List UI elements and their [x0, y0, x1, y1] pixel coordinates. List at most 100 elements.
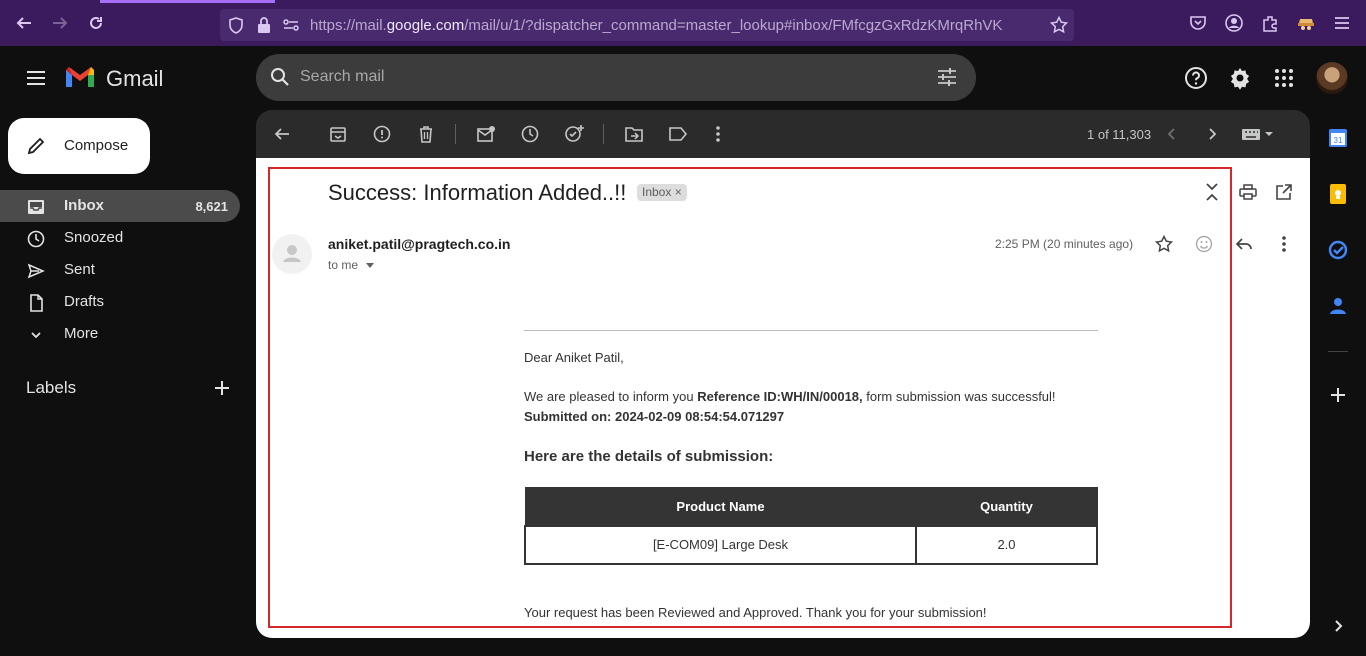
reply-icon[interactable]: [1234, 234, 1254, 254]
main-menu-icon[interactable]: [24, 66, 48, 90]
site-permissions-icon[interactable]: [282, 17, 300, 38]
settings-gear-icon[interactable]: [1228, 66, 1252, 90]
sidebar-item-inbox[interactable]: Inbox 8,621: [0, 190, 240, 222]
labels-header: Labels: [26, 378, 77, 397]
add-to-tasks-icon[interactable]: [564, 124, 584, 144]
sender-avatar[interactable]: [272, 234, 312, 274]
show-side-panel-chevron-icon[interactable]: [1327, 615, 1349, 637]
newer-chevron-left-icon[interactable]: [1162, 124, 1182, 144]
submission-details-table: Product Name Quantity [E-COM09] Large De…: [524, 487, 1098, 565]
search-icon[interactable]: [270, 67, 290, 92]
archive-icon[interactable]: [328, 124, 348, 144]
side-panel-divider: [1328, 351, 1348, 352]
older-chevron-right-icon[interactable]: [1202, 124, 1222, 144]
search-options-icon[interactable]: [936, 66, 958, 93]
apps-grid-icon[interactable]: [1272, 66, 1296, 90]
gmail-logo[interactable]: [64, 64, 96, 92]
chip-label: Inbox: [642, 185, 672, 199]
back-to-inbox-icon[interactable]: [272, 124, 292, 144]
open-in-new-window-icon[interactable]: [1274, 182, 1294, 202]
details-heading: Here are the details of submission:: [524, 448, 774, 465]
recipient-details[interactable]: to me: [328, 258, 375, 272]
sidebar-item-label: Sent: [64, 261, 95, 278]
forward-arrow-icon[interactable]: [49, 12, 71, 34]
report-spam-icon[interactable]: [372, 124, 392, 144]
snooze-clock-icon[interactable]: [520, 124, 540, 144]
label-tag-icon[interactable]: [668, 124, 688, 144]
pocket-icon[interactable]: [1188, 13, 1208, 33]
clock-icon: [27, 230, 45, 248]
sidebar-item-label: More: [64, 325, 99, 342]
intro-text: We are pleased to inform you: [524, 389, 698, 404]
user-avatar[interactable]: [1316, 62, 1348, 94]
print-icon[interactable]: [1238, 182, 1258, 202]
get-addons-plus-icon[interactable]: [1327, 384, 1349, 406]
tasks-icon[interactable]: [1327, 239, 1349, 261]
compose-button[interactable]: Compose: [8, 118, 150, 174]
sidebar-item-more[interactable]: More: [0, 318, 240, 350]
sidebar-item-label: Snoozed: [64, 229, 124, 246]
inbox-label-chip[interactable]: Inbox ×: [637, 184, 687, 201]
product-name-cell: [E-COM09] Large Desk: [524, 524, 917, 565]
remove-label-icon[interactable]: ×: [675, 185, 682, 199]
message-more-options-icon[interactable]: [1274, 234, 1294, 254]
search-bar[interactable]: [256, 54, 976, 101]
svg-text:31: 31: [1334, 136, 1343, 145]
chevron-down-icon: [27, 326, 45, 344]
pencil-icon: [26, 136, 46, 161]
message-toolbar: 1 of 11,303: [256, 110, 1310, 158]
sidebar-item-drafts[interactable]: Drafts: [0, 286, 240, 318]
sidebar-item-label: Inbox: [64, 197, 104, 214]
reference-id: Reference ID:WH/IN/00018,: [697, 389, 863, 404]
browser-toolbar: https://mail.google.com/mail/u/1/?dispat…: [0, 0, 1366, 46]
input-tools-keyboard-icon[interactable]: [1242, 124, 1274, 144]
toolbar-divider: [603, 124, 604, 144]
shield-icon[interactable]: [228, 17, 244, 39]
reload-icon[interactable]: [85, 12, 107, 34]
extensions-icon[interactable]: [1260, 13, 1280, 33]
account-icon[interactable]: [1224, 13, 1244, 33]
app-title[interactable]: Gmail: [106, 66, 163, 92]
url-text[interactable]: https://mail.google.com/mail/u/1/?dispat…: [310, 17, 1050, 34]
add-label-icon[interactable]: [212, 378, 232, 398]
keep-notes-icon[interactable]: [1327, 183, 1349, 205]
star-icon[interactable]: [1154, 234, 1174, 254]
email-subject: Success: Information Added..!!: [328, 180, 627, 205]
draft-file-icon: [27, 294, 45, 312]
mark-unread-icon[interactable]: [476, 124, 496, 144]
bookmark-star-icon[interactable]: [1049, 15, 1069, 39]
submitted-on-text: Submitted on: 2024-02-09 08:54:54.071297: [524, 409, 785, 424]
compose-label: Compose: [64, 137, 129, 154]
active-tab-indicator: [100, 0, 275, 3]
column-header-product: Product Name: [524, 487, 917, 526]
back-arrow-icon[interactable]: [13, 12, 35, 34]
move-to-folder-icon[interactable]: [624, 124, 644, 144]
private-mask-icon[interactable]: [1296, 13, 1316, 33]
delete-trash-icon[interactable]: [416, 124, 436, 144]
search-input[interactable]: [300, 64, 900, 90]
lock-icon[interactable]: [256, 16, 272, 39]
calendar-icon[interactable]: 31: [1327, 127, 1349, 149]
sender-email[interactable]: aniket.patil@pragtech.co.in: [328, 236, 510, 252]
sidebar-item-label: Drafts: [64, 293, 105, 310]
inbox-icon: [27, 198, 45, 216]
address-bar[interactable]: https://mail.google.com/mail/u/1/?dispat…: [220, 9, 1074, 41]
message-position-counter: 1 of 11,303: [1087, 127, 1152, 142]
intro-paragraph: We are pleased to inform you Reference I…: [524, 389, 1056, 404]
add-reaction-emoji-icon[interactable]: [1194, 234, 1214, 254]
more-options-icon[interactable]: [708, 124, 728, 144]
recipient-label: to me: [328, 258, 359, 272]
browser-menu-icon[interactable]: [1332, 13, 1352, 33]
quantity-cell: 2.0: [915, 524, 1098, 565]
contacts-icon[interactable]: [1327, 295, 1349, 317]
greeting-text: Dear Aniket Patil,: [524, 350, 624, 365]
sidebar-item-sent[interactable]: Sent: [0, 254, 240, 286]
unread-count: 8,621: [195, 199, 228, 214]
email-timestamp: 2:25 PM (20 minutes ago): [995, 237, 1134, 251]
sidebar-item-snoozed[interactable]: Snoozed: [0, 222, 240, 254]
intro-end-text: form submission was successful!: [862, 389, 1056, 404]
email-reading-pane: Success: Information Added..!! Inbox × a…: [256, 158, 1310, 638]
collapse-all-icon[interactable]: [1202, 182, 1222, 202]
caret-down-icon[interactable]: [365, 261, 375, 269]
help-icon[interactable]: [1184, 66, 1208, 90]
